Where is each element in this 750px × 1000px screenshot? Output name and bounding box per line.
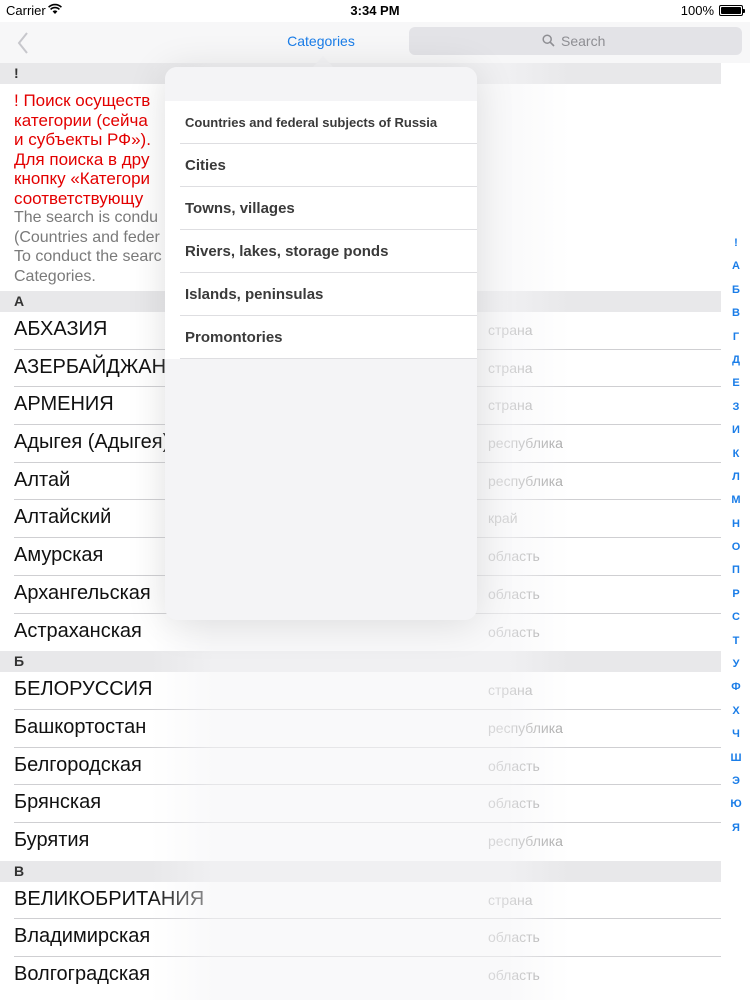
category-countries[interactable]: Countries and federal subjects of Russia bbox=[165, 101, 477, 144]
list-item[interactable]: Владимирская область bbox=[0, 919, 721, 957]
region-name: Адыгея (Адыгея) bbox=[14, 431, 170, 454]
list-item[interactable]: Белгородская область bbox=[0, 748, 721, 786]
region-type: область bbox=[488, 623, 540, 640]
index-letter[interactable]: ! bbox=[724, 232, 748, 255]
region-name: Брянская bbox=[14, 791, 102, 814]
status-bar: Carrier 3:34 PM 100% bbox=[0, 0, 750, 22]
region-type: край bbox=[488, 510, 518, 527]
list-item[interactable]: БЕЛОРУССИЯ страна bbox=[0, 672, 721, 710]
category-promontories[interactable]: Promontories bbox=[165, 316, 477, 359]
list-item[interactable]: Башкортостан республика bbox=[0, 710, 721, 748]
region-name: Алтайский bbox=[14, 506, 112, 529]
index-letter[interactable]: П bbox=[724, 559, 748, 582]
region-name: АРМЕНИЯ bbox=[14, 393, 114, 416]
region-type: страна bbox=[488, 891, 533, 908]
region-type: область bbox=[488, 548, 540, 565]
category-cities[interactable]: Cities bbox=[165, 144, 477, 187]
navigation-bar: Categories bbox=[0, 22, 750, 63]
region-type: область bbox=[488, 929, 540, 946]
region-name: Волгоградская bbox=[14, 963, 151, 985]
search-bar[interactable] bbox=[409, 27, 742, 55]
categories-button[interactable]: Categories bbox=[276, 33, 366, 49]
category-rivers[interactable]: Rivers, lakes, storage ponds bbox=[165, 230, 477, 273]
region-name: Белгородская bbox=[14, 753, 142, 776]
index-letter[interactable]: Ш bbox=[724, 747, 748, 770]
category-label: Towns, villages bbox=[185, 200, 295, 217]
index-letter[interactable]: Ф bbox=[724, 676, 748, 699]
section-header-v: В bbox=[0, 860, 721, 882]
clock: 3:34 PM bbox=[350, 3, 400, 18]
back-chevron-icon[interactable] bbox=[14, 30, 34, 56]
region-type: область bbox=[488, 967, 540, 983]
index-letter[interactable]: Г bbox=[724, 326, 748, 349]
list-item[interactable]: Брянская область bbox=[0, 785, 721, 823]
section-header-b: Б bbox=[0, 651, 721, 673]
index-letter[interactable]: В bbox=[724, 302, 748, 325]
index-letter[interactable]: С bbox=[724, 606, 748, 629]
list-item[interactable]: Бурятия республика bbox=[0, 823, 721, 861]
region-name: АЗЕРБАЙДЖАН bbox=[14, 355, 167, 378]
region-type: страна bbox=[488, 322, 533, 338]
region-name: АБХАЗИЯ bbox=[14, 318, 108, 340]
index-letter[interactable]: Е bbox=[724, 372, 748, 395]
popover-top-spacer bbox=[165, 67, 477, 101]
index-letter[interactable]: Д bbox=[724, 349, 748, 372]
region-name: Астраханская bbox=[14, 619, 142, 642]
categories-menu: Countries and federal subjects of Russia… bbox=[165, 101, 477, 359]
index-letter[interactable]: Х bbox=[724, 700, 748, 723]
index-letter[interactable]: Ч bbox=[724, 723, 748, 746]
region-name: ВЕЛИКОБРИТАНИЯ bbox=[14, 887, 205, 910]
category-label: Cities bbox=[185, 157, 226, 174]
region-type: область bbox=[488, 585, 540, 602]
search-icon bbox=[542, 34, 555, 47]
list-item[interactable]: Волгоградская область bbox=[0, 957, 721, 995]
category-islands[interactable]: Islands, peninsulas bbox=[165, 273, 477, 316]
region-name: Бурятия bbox=[14, 828, 90, 851]
category-label: Promontories bbox=[185, 329, 283, 346]
region-name: БЕЛОРУССИЯ bbox=[14, 678, 153, 701]
index-letter[interactable]: З bbox=[724, 396, 748, 419]
index-letter[interactable]: К bbox=[724, 443, 748, 466]
index-letter[interactable]: У bbox=[724, 653, 748, 676]
index-letter[interactable]: Р bbox=[724, 583, 748, 606]
alphabet-index[interactable]: ! А Б В Г Д Е З И К Л М Н О П Р С Т У Ф … bbox=[724, 232, 748, 840]
index-letter[interactable]: И bbox=[724, 419, 748, 442]
index-letter[interactable]: Ю bbox=[724, 793, 748, 816]
categories-popover: Countries and federal subjects of Russia… bbox=[165, 67, 477, 620]
index-letter[interactable]: Б bbox=[724, 279, 748, 302]
index-letter[interactable]: Н bbox=[724, 513, 748, 536]
region-type: область bbox=[488, 757, 540, 774]
region-name: Алтай bbox=[14, 468, 71, 491]
region-type: республика bbox=[488, 832, 563, 849]
category-label: Countries and federal subjects of Russia bbox=[185, 115, 438, 130]
index-letter[interactable]: Э bbox=[724, 770, 748, 793]
region-name: Амурская bbox=[14, 544, 104, 567]
category-label: Islands, peninsulas bbox=[185, 286, 324, 303]
list-item[interactable]: ВЕЛИКОБРИТАНИЯ страна bbox=[0, 882, 721, 920]
region-type: область bbox=[488, 795, 540, 812]
index-letter[interactable]: М bbox=[724, 489, 748, 512]
region-name: Владимирская bbox=[14, 925, 151, 948]
region-name: Архангельская bbox=[14, 581, 151, 604]
index-letter[interactable]: Я bbox=[724, 817, 748, 840]
region-name: Башкортостан bbox=[14, 715, 147, 738]
region-type: республика bbox=[488, 719, 563, 736]
region-type: республика bbox=[488, 435, 563, 452]
index-letter[interactable]: А bbox=[724, 255, 748, 278]
search-input[interactable] bbox=[561, 31, 731, 51]
region-type: страна bbox=[488, 397, 533, 414]
region-type: страна bbox=[488, 682, 533, 699]
region-type: республика bbox=[488, 472, 563, 489]
index-letter[interactable]: Л bbox=[724, 466, 748, 489]
index-letter[interactable]: О bbox=[724, 536, 748, 559]
battery-icon bbox=[719, 5, 745, 16]
category-label: Rivers, lakes, storage ponds bbox=[185, 243, 389, 260]
index-letter[interactable]: Т bbox=[724, 630, 748, 653]
category-towns[interactable]: Towns, villages bbox=[165, 187, 477, 230]
battery-percent: 100% bbox=[680, 3, 714, 18]
region-type: страна bbox=[488, 359, 533, 376]
